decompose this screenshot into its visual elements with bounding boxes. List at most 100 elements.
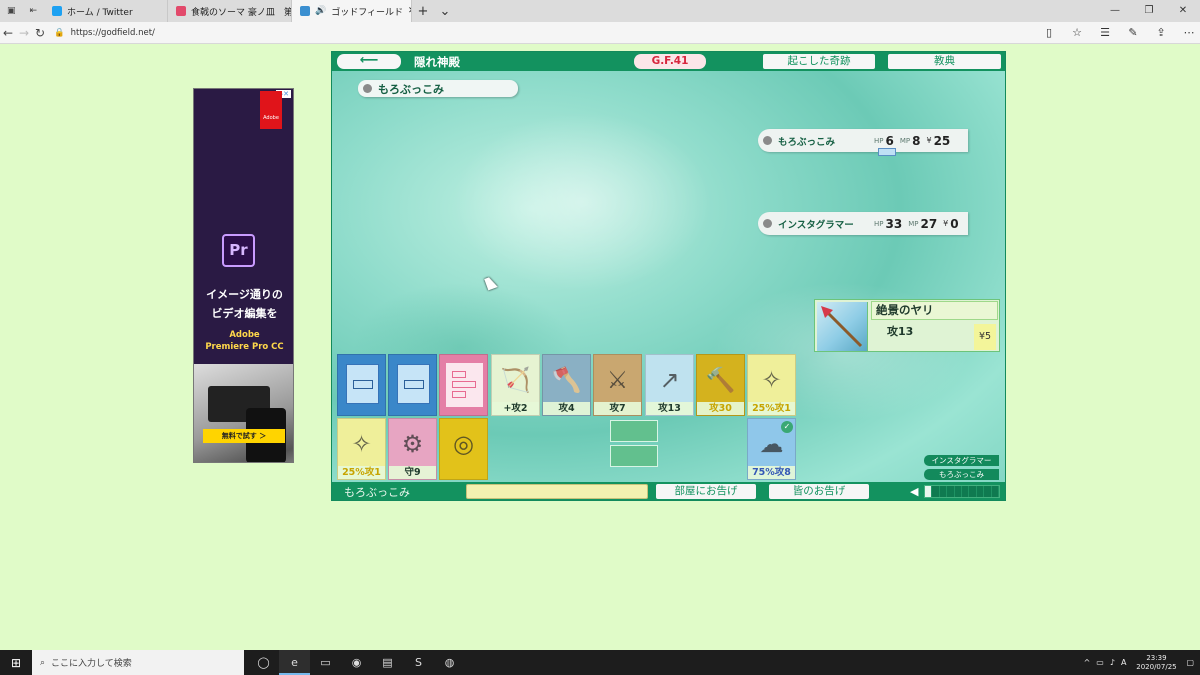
favorites-icon[interactable]: ☰ (1094, 26, 1116, 39)
tab-twitter[interactable]: ホーム / Twitter (44, 0, 168, 22)
item-detail-panel: 絶景のヤリ 攻13 ¥5 (814, 299, 1000, 352)
spear-icon (821, 306, 863, 348)
card-bow[interactable]: ✧ 25%攻1 (337, 418, 386, 480)
card-shield[interactable]: ⚙ 守9 (388, 418, 437, 480)
turn-order-item: インスタグラマー (924, 455, 999, 466)
forward-icon[interactable]: → (16, 26, 32, 40)
room-notice-button[interactable]: 部屋にお告げ (656, 484, 756, 499)
card-label: 25%攻1 (748, 402, 795, 415)
audio-icon[interactable]: 🔊 (315, 6, 326, 16)
card-sky[interactable]: ☁ 75%攻8 ✓ (747, 418, 796, 480)
card-pink[interactable] (439, 354, 488, 416)
chat-input[interactable] (466, 484, 648, 499)
ad-product: Adobe Premiere Pro CC (194, 329, 293, 353)
adobe-ad[interactable]: ▷✕ Adobe Pr イメージ通りの ビデオ編集を Adobe Premier… (193, 88, 294, 463)
tab-dropdown-icon[interactable]: ⌄ (434, 4, 456, 19)
windows-start-icon[interactable]: ⊞ (0, 656, 32, 670)
empty-slot[interactable] (610, 445, 658, 467)
card-miracle-blank[interactable] (388, 354, 437, 416)
taskbar-search[interactable]: ⌕ ここに入力して検索 (32, 650, 244, 675)
windows-taskbar: ⊞ ⌕ ここに入力して検索 ◯ e ▭ ◉ ▤ S ◍ ^ ▭ ♪ A 23:3… (0, 650, 1200, 675)
minimize-icon[interactable]: — (1098, 0, 1132, 22)
chrome-icon[interactable]: ◍ (434, 650, 465, 675)
tab-manager-icon[interactable]: ▣ (7, 6, 16, 16)
card-crossbow[interactable]: 🏹 +攻2 (491, 354, 540, 416)
scripture-button[interactable]: 教典 (888, 54, 1001, 69)
restore-icon[interactable]: ❐ (1132, 0, 1166, 22)
volume-step[interactable] (969, 486, 977, 497)
volume-step[interactable] (947, 486, 955, 497)
obs-icon[interactable]: ◉ (341, 650, 372, 675)
card-axe[interactable]: 🪓 攻4 (542, 354, 591, 416)
card-frame (397, 364, 430, 404)
tab-anime[interactable]: 食戟のソーマ 豪ノ皿 第4話 | (168, 0, 292, 22)
edge-icon[interactable]: e (279, 650, 310, 675)
skype-icon[interactable]: S (403, 650, 434, 675)
ime-icon[interactable]: A (1121, 658, 1126, 667)
empty-slot[interactable] (610, 420, 658, 442)
cortana-icon[interactable]: ◯ (248, 650, 279, 675)
volume-step[interactable] (962, 486, 970, 497)
twitter-icon (52, 6, 62, 16)
ad-cta-button[interactable]: 無料で試す ＞ (203, 429, 285, 443)
volume-step[interactable] (955, 486, 963, 497)
adobe-logo: Adobe (260, 91, 282, 129)
back-arrow-button[interactable]: ⟵ (337, 54, 401, 69)
speaker-icon[interactable]: ◀ (910, 485, 918, 498)
card-miracle-blank[interactable] (337, 354, 386, 416)
clock[interactable]: 23:39 2020/07/25 (1132, 654, 1180, 672)
target-marker (878, 148, 896, 156)
card-bar (404, 380, 424, 389)
shield-icon: ⚙ (401, 429, 424, 458)
card-hammer[interactable]: 🔨 攻30 (696, 354, 745, 416)
spear-icon: ↗ (659, 365, 680, 394)
miracles-button[interactable]: 起こした奇跡 (763, 54, 875, 69)
volume-step[interactable] (992, 486, 1000, 497)
yen-label: ¥ (926, 136, 932, 145)
item-stat: 攻13 (887, 325, 914, 338)
notification-icon[interactable]: ▢ (1186, 658, 1194, 667)
new-tab-button[interactable]: + (412, 4, 434, 19)
tab-label: ゴッドフィールド (331, 7, 404, 18)
network-icon[interactable]: ▭ (1096, 658, 1104, 667)
close-window-icon[interactable]: ✕ (1166, 0, 1200, 22)
godfield-game: ⟵ 隠れ神殿 G.F.41 起こした奇跡 教典 もろぶっこみ もろぶっこみ HP… (331, 51, 1006, 501)
card-bow[interactable]: ✧ 25%攻1 (747, 354, 796, 416)
back-tabs-icon[interactable]: ⇤ (29, 6, 37, 16)
app-icon[interactable]: ▤ (372, 650, 403, 675)
url-field[interactable]: 🔒 https://godfield.net/ (54, 24, 1034, 42)
back-icon[interactable]: ← (0, 26, 16, 40)
card-spear[interactable]: ↗ 攻13 (645, 354, 694, 416)
player-row[interactable]: インスタグラマー HP 33 MP 27 ¥ 0 (758, 212, 968, 235)
volume-step[interactable] (940, 486, 948, 497)
volume-step[interactable] (932, 486, 940, 497)
volume-step[interactable] (984, 486, 992, 497)
volume-step[interactable] (977, 486, 985, 497)
pen-icon[interactable]: ✎ (1122, 26, 1144, 39)
refresh-icon[interactable]: ↻ (32, 26, 48, 40)
all-notice-button[interactable]: 皆のお告げ (769, 484, 869, 499)
tray-expand-icon[interactable]: ^ (1084, 658, 1091, 667)
volume-step[interactable] (925, 486, 933, 497)
status-dot (763, 219, 772, 228)
explorer-icon[interactable]: ▭ (310, 650, 341, 675)
favorite-star-icon[interactable]: ☆ (1066, 26, 1088, 39)
my-name-footer: もろぶっこみ (344, 486, 410, 499)
volume-slider[interactable] (924, 485, 1000, 498)
more-icon[interactable]: ⋯ (1178, 26, 1200, 39)
hp-value: 6 (885, 133, 894, 148)
share-icon[interactable]: ⇪ (1150, 26, 1172, 39)
reading-view-icon[interactable]: ▯ (1038, 26, 1060, 39)
volume-icon[interactable]: ♪ (1110, 658, 1115, 667)
player-row[interactable]: もろぶっこみ HP 6 MP 8 ¥ 25 (758, 129, 968, 156)
card-swords[interactable]: ⚔ 攻7 (593, 354, 642, 416)
mp-label: MP (899, 136, 911, 145)
card-label: +攻2 (492, 402, 539, 415)
page-icon (176, 6, 186, 16)
card-gold[interactable]: ◎ (439, 418, 488, 480)
hp-label: HP (874, 219, 884, 228)
room-name: 隠れ神殿 (414, 55, 460, 69)
status-dot (363, 84, 372, 93)
ad-headline: イメージ通りの ビデオ編集を (194, 285, 293, 323)
tab-godfield[interactable]: 🔊 ゴッドフィールド ✕ (292, 0, 412, 22)
